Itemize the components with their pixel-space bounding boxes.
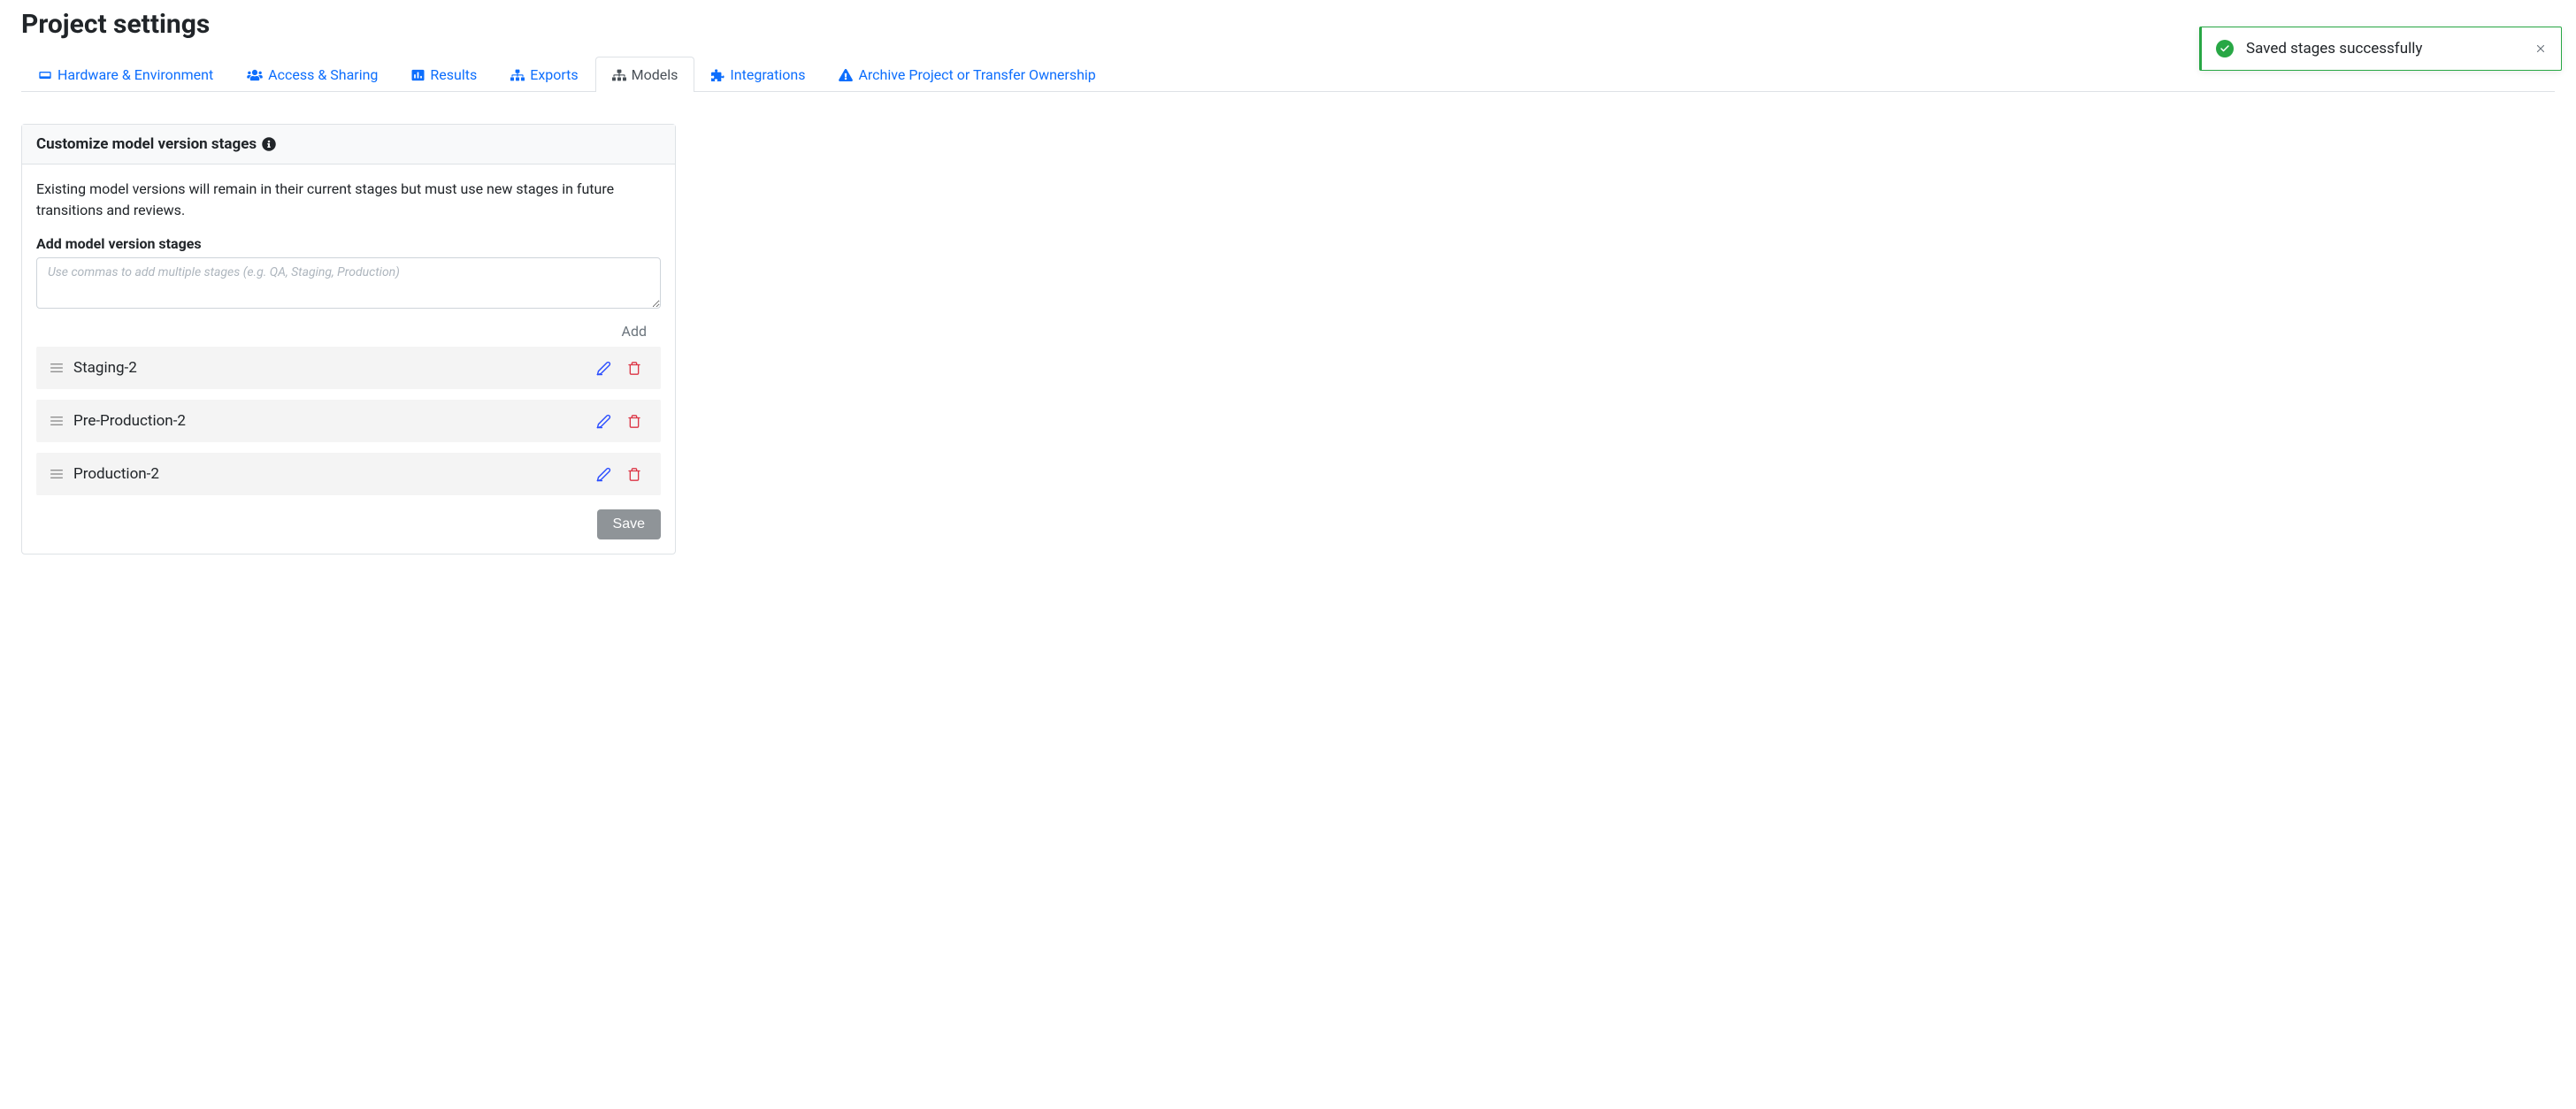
edit-stage-button[interactable] [596, 467, 611, 482]
sitemap-icon [510, 69, 525, 81]
stages-form-label: Add model version stages [36, 235, 661, 252]
tab-results[interactable]: Results [395, 57, 494, 92]
panel-header: Customize model version stages [22, 125, 675, 164]
warning-icon [839, 69, 853, 81]
stages-input[interactable] [36, 257, 661, 309]
sitemap-icon [612, 69, 626, 81]
tab-hardware-environment[interactable]: Hardware & Environment [21, 57, 230, 92]
edit-stage-button[interactable] [596, 361, 611, 376]
tab-models[interactable]: Models [595, 57, 695, 92]
customize-stages-panel: Customize model version stages Existing … [21, 124, 676, 554]
panel-title: Customize model version stages [36, 135, 257, 153]
puzzle-icon [711, 69, 724, 81]
stage-row: Production-2 [36, 453, 661, 495]
toast-message: Saved stages successfully [2246, 40, 2522, 57]
stage-name: Staging-2 [73, 359, 586, 377]
drag-handle-icon[interactable] [50, 469, 63, 479]
stage-name: Pre-Production-2 [73, 412, 586, 430]
tab-label: Results [430, 66, 477, 83]
edit-stage-button[interactable] [596, 414, 611, 429]
close-icon[interactable] [2534, 42, 2547, 55]
stage-name: Production-2 [73, 465, 586, 483]
success-toast: Saved stages successfully [2199, 27, 2562, 71]
tab-label: Exports [530, 66, 578, 83]
tab-label: Hardware & Environment [58, 66, 213, 83]
tab-label: Archive Project or Transfer Ownership [858, 66, 1095, 83]
delete-stage-button[interactable] [627, 361, 641, 376]
tab-archive-transfer[interactable]: Archive Project or Transfer Ownership [822, 57, 1112, 92]
delete-stage-button[interactable] [627, 467, 641, 482]
tab-label: Access & Sharing [268, 66, 378, 83]
info-icon[interactable] [262, 137, 276, 151]
add-button[interactable]: Add [622, 323, 647, 340]
tab-access-sharing[interactable]: Access & Sharing [230, 57, 395, 92]
tab-exports[interactable]: Exports [494, 57, 594, 92]
tabs-bar: Hardware & Environment Access & Sharing … [21, 56, 2555, 92]
page-title: Project settings [21, 9, 2555, 40]
drag-handle-icon[interactable] [50, 363, 63, 373]
stage-row: Pre-Production-2 [36, 400, 661, 442]
stage-row: Staging-2 [36, 347, 661, 389]
panel-description: Existing model versions will remain in t… [36, 179, 661, 221]
hardware-icon [38, 69, 52, 81]
drag-handle-icon[interactable] [50, 416, 63, 426]
stage-list: Staging-2 Pre-Production-2 [36, 347, 661, 495]
delete-stage-button[interactable] [627, 414, 641, 429]
save-button[interactable]: Save [597, 509, 661, 539]
tab-label: Models [632, 66, 678, 83]
users-icon [247, 69, 263, 81]
chart-icon [411, 69, 425, 81]
check-icon [2216, 40, 2234, 57]
tab-integrations[interactable]: Integrations [694, 57, 822, 92]
tab-label: Integrations [730, 66, 805, 83]
